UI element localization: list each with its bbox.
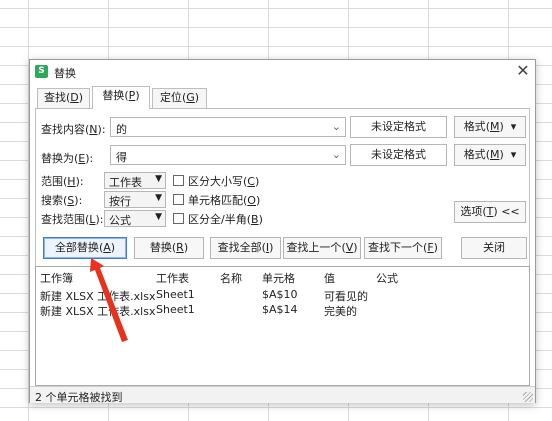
find-next-button[interactable]: 查找下一个(F) — [364, 237, 442, 259]
result-row-1-value[interactable]: 可看见的 — [324, 288, 368, 304]
column-header-workbook[interactable]: 工作簿 — [40, 270, 73, 286]
find-input-value: 的 — [116, 123, 127, 136]
wps-sheet-app-icon: S — [35, 65, 48, 78]
find-all-label: 查找全部 — [217, 241, 262, 254]
tab-find-key: D — [70, 91, 79, 104]
result-row-2-cell[interactable]: $A$14 — [262, 303, 298, 316]
status-text: 2 个单元格被找到 — [35, 391, 123, 404]
match-width-label: 区分全/半角(B) — [188, 213, 263, 226]
chevron-down-icon[interactable]: ⌄ — [332, 148, 341, 161]
status-bar: 2 个单元格被找到 — [30, 386, 535, 404]
find-all-button[interactable]: 查找全部(I) — [210, 237, 281, 259]
tab-find-paren-close: ) — [78, 91, 84, 104]
find-previous-label: 查找上一个 — [286, 241, 342, 254]
scope-value: 工作表 — [109, 176, 142, 189]
find-format-key: M — [489, 120, 500, 133]
tab-replace-paren-close: ) — [135, 89, 140, 102]
result-row-2-workbook[interactable]: 新建 XLSX 工作表.xlsx — [40, 303, 155, 319]
result-row-1-cell[interactable]: $A$10 — [262, 288, 298, 301]
replace-all-label: 全部替换 — [54, 241, 99, 254]
tab-replace[interactable]: 替换(P) — [92, 86, 150, 109]
result-row-2-sheet[interactable]: Sheet1 — [156, 303, 195, 316]
replace-all-button[interactable]: 全部替换(A) — [43, 237, 127, 259]
find-label: 查找内容(N): — [41, 123, 106, 136]
replace-format-button[interactable]: 格式(M) ▾ — [454, 144, 526, 166]
column-header-cell[interactable]: 单元格 — [262, 270, 295, 286]
find-format-label: 格式 — [463, 120, 486, 133]
replace-button[interactable]: 替换(R) — [134, 237, 204, 259]
match-cell-checkbox[interactable] — [173, 194, 184, 205]
replace-input-value: 得 — [116, 151, 127, 164]
replace-format-status: 未设定格式 — [350, 144, 447, 166]
results-list[interactable]: 工作簿 工作表 名称 单元格 值 公式 新建 XLSX 工作表.xlsx She… — [35, 266, 530, 386]
tab-find-label: 查找 — [43, 91, 66, 104]
options-label: 选项 — [460, 205, 483, 218]
column-header-name[interactable]: 名称 — [220, 270, 242, 286]
tab-goto-label: 定位 — [159, 91, 182, 104]
find-previous-key: V — [345, 241, 354, 254]
resize-grip-icon[interactable] — [523, 392, 533, 402]
replace-format-label: 格式 — [463, 148, 486, 161]
tab-replace-label: 替换 — [102, 89, 125, 102]
find-format-button[interactable]: 格式(M) ▾ — [454, 116, 526, 138]
scope-select[interactable]: 工作表 ▼ — [104, 172, 166, 189]
tab-goto[interactable]: 定位(G) — [152, 88, 207, 108]
replace-button-label: 替换 — [149, 241, 172, 254]
replace-all-key: A — [103, 241, 111, 254]
close-button[interactable]: 关闭 — [461, 237, 527, 259]
column-header-sheet[interactable]: 工作表 — [156, 270, 189, 286]
options-key: T — [486, 205, 494, 218]
lookin-select[interactable]: 公式 ▼ — [104, 210, 166, 227]
result-row-2-value[interactable]: 完美的 — [324, 303, 357, 319]
column-header-formula[interactable]: 公式 — [376, 270, 398, 286]
find-input[interactable]: 的 ⌄ — [110, 117, 346, 137]
chevron-down-icon[interactable]: ⌄ — [332, 120, 341, 133]
dialog-titlebar[interactable]: S 替换 ✕ — [30, 60, 535, 84]
find-all-key: I — [265, 241, 270, 254]
tab-goto-key: G — [186, 91, 195, 104]
match-case-checkbox[interactable] — [173, 175, 184, 186]
search-value: 按行 — [109, 195, 131, 208]
dropdown-arrow-icon: ▼ — [155, 174, 162, 184]
find-next-label: 查找下一个 — [368, 241, 424, 254]
dialog-title: 替换 — [54, 67, 76, 80]
result-row-1-sheet[interactable]: Sheet1 — [156, 288, 195, 301]
replace-input[interactable]: 得 ⌄ — [110, 145, 346, 165]
dropdown-arrow-icon: ▼ — [155, 193, 162, 203]
replace-format-key: M — [489, 148, 500, 161]
match-width-checkbox[interactable] — [173, 213, 184, 224]
options-toggle-button[interactable]: 选项(T) << — [454, 201, 526, 223]
find-previous-button[interactable]: 查找上一个(V) — [283, 237, 361, 259]
replace-button-key: R — [176, 241, 184, 254]
match-case-label: 区分大小写(C) — [188, 175, 260, 188]
options-suffix: << — [501, 205, 520, 218]
dropdown-arrow-icon: ▼ — [155, 212, 162, 222]
replace-label: 替换为(E): — [41, 152, 94, 165]
tab-find[interactable]: 查找(D) — [37, 88, 90, 108]
lookin-label: 查找范围(L): — [41, 213, 104, 226]
column-header-value[interactable]: 值 — [324, 270, 335, 286]
search-label: 搜索(S): — [41, 194, 83, 207]
search-select[interactable]: 按行 ▼ — [104, 191, 166, 208]
lookin-value: 公式 — [109, 214, 131, 227]
find-format-status: 未设定格式 — [350, 116, 447, 138]
match-cell-label: 单元格匹配(O) — [188, 194, 261, 207]
tab-goto-paren-close: ) — [194, 91, 200, 104]
result-row-1-workbook[interactable]: 新建 XLSX 工作表.xlsx — [40, 288, 155, 304]
close-icon[interactable]: ✕ — [514, 62, 532, 80]
replace-dialog: S 替换 ✕ 查找(D) 替换(P) 定位(G) 查找内容(N): 的 ⌄ 未设… — [29, 59, 536, 404]
find-next-key: F — [427, 241, 434, 254]
scope-label: 范围(H): — [41, 175, 84, 188]
